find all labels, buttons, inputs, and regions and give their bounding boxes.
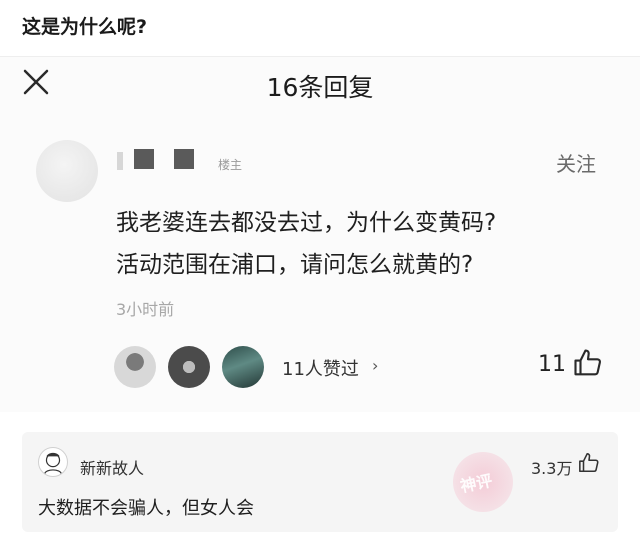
reply-panel-title: 16条回复 — [266, 73, 374, 102]
liker-avatar[interactable] — [222, 346, 264, 388]
thumbs-up-icon[interactable] — [578, 452, 600, 474]
reply-text: 大数据不会骗人，但女人会 — [38, 498, 254, 519]
chevron-right-icon[interactable]: › — [372, 356, 378, 375]
reply-username[interactable]: 新新故人 — [80, 455, 144, 479]
censored-name-block — [134, 149, 154, 169]
liker-avatar[interactable] — [114, 346, 156, 388]
follow-button[interactable]: 关注 — [556, 148, 596, 177]
comment-like-count: 11 — [538, 352, 566, 377]
comment-timestamp: 3小时前 — [116, 300, 175, 319]
comment-text-line: 我老婆连去都没去过，为什么变黄码? — [116, 210, 497, 236]
liker-avatar[interactable] — [168, 346, 210, 388]
likers-summary-link[interactable]: 11人赞过 — [282, 355, 359, 381]
post-title: 这是为什么呢? — [22, 16, 148, 38]
censored-name-block — [174, 149, 194, 169]
floor-badge: 楼主 — [218, 158, 243, 172]
censored-name-block — [117, 152, 123, 170]
commenter-avatar[interactable] — [36, 140, 98, 202]
comment-text-line: 活动范围在浦口，请问怎么就黄的? — [116, 252, 474, 278]
thumbs-up-icon[interactable] — [573, 348, 603, 378]
reply-user-avatar[interactable] — [38, 447, 68, 477]
reply-like-count: 3.3万 — [531, 459, 573, 478]
